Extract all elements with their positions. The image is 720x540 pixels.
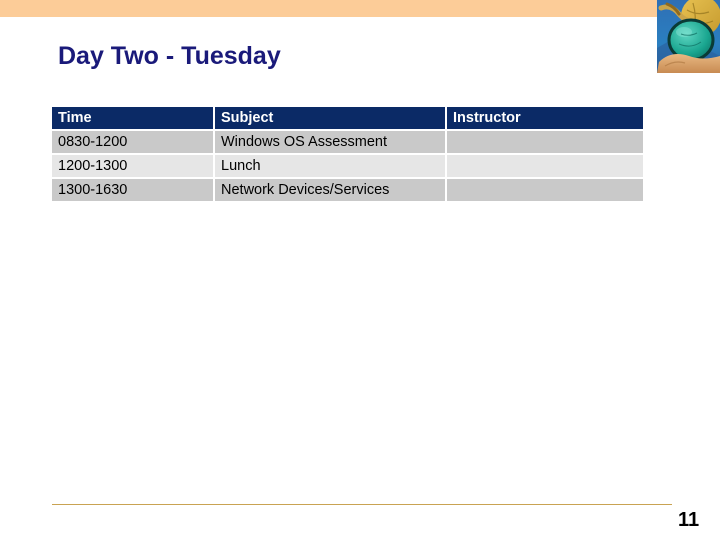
table-row: 1300-1630 Network Devices/Services bbox=[52, 179, 643, 201]
cell-subject: Network Devices/Services bbox=[215, 179, 445, 201]
page-title: Day Two - Tuesday bbox=[58, 42, 281, 70]
table-row: 0830-1200 Windows OS Assessment bbox=[52, 131, 643, 153]
cell-instructor bbox=[447, 179, 643, 201]
page-number: 11 bbox=[678, 509, 700, 531]
cell-time: 0830-1200 bbox=[52, 131, 213, 153]
table-row: 1200-1300 Lunch bbox=[52, 155, 643, 177]
magnifying-glass-globe-photo bbox=[657, 0, 720, 73]
cell-subject: Windows OS Assessment bbox=[215, 131, 445, 153]
cell-subject: Lunch bbox=[215, 155, 445, 177]
corner-photo-graphic bbox=[657, 0, 720, 73]
cell-time: 1200-1300 bbox=[52, 155, 213, 177]
orange-top-banner bbox=[0, 0, 657, 17]
column-header-time: Time bbox=[52, 107, 213, 129]
column-header-instructor: Instructor bbox=[447, 107, 643, 129]
footer-divider bbox=[52, 504, 672, 505]
slide-canvas: Day Two - Tuesday Time Subject Instructo… bbox=[0, 0, 720, 540]
cell-time: 1300-1630 bbox=[52, 179, 213, 201]
cell-instructor bbox=[447, 155, 643, 177]
cell-instructor bbox=[447, 131, 643, 153]
table-header-row: Time Subject Instructor bbox=[52, 107, 643, 129]
column-header-subject: Subject bbox=[215, 107, 445, 129]
schedule-table: Time Subject Instructor 0830-1200 Window… bbox=[50, 105, 645, 203]
